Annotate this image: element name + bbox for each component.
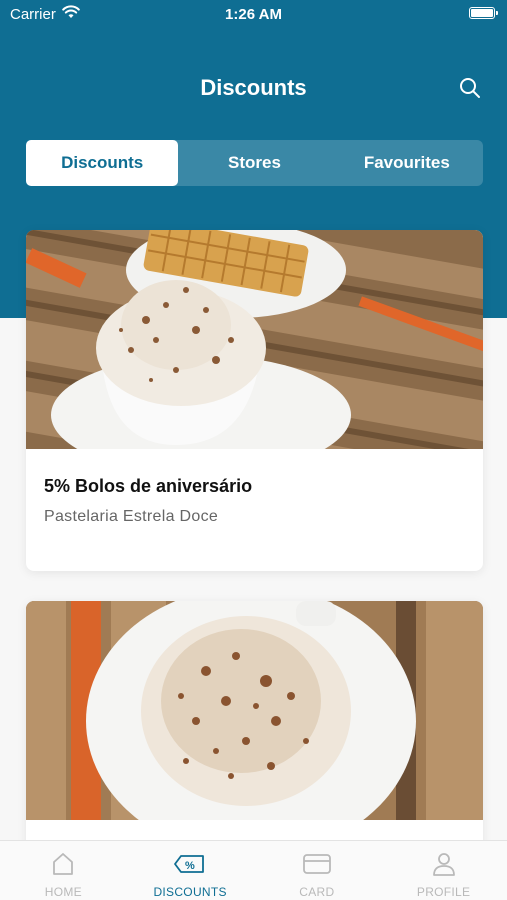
tab-home-label: HOME [44, 885, 82, 899]
segmented-control: Discounts Stores Favourites [26, 140, 483, 186]
search-icon[interactable] [459, 77, 481, 99]
tab-profile[interactable]: PROFILE [380, 841, 507, 900]
card-store-name: Pastelaria Estrela Doce [44, 508, 219, 525]
tab-home[interactable]: HOME [0, 841, 127, 900]
discount-card[interactable]: 5% Bolos de aniversário Pastelaria Estre… [26, 230, 483, 571]
tab-card-label: CARD [299, 885, 335, 899]
waffle-and-coffee-photo [26, 230, 483, 449]
card-title: 5% Bolos de aniversário [44, 476, 253, 496]
discount-card[interactable] [26, 601, 483, 861]
card-icon [302, 854, 331, 874]
status-time: 1:26 AM [225, 6, 282, 23]
tab-card[interactable]: CARD [254, 841, 381, 900]
segment-favourites[interactable]: Favourites [331, 140, 483, 186]
tab-profile-label: PROFILE [416, 885, 471, 899]
status-bar: Carrier 1:26 AM [0, 0, 507, 28]
tab-discounts[interactable]: % DISCOUNTS [127, 841, 254, 900]
segment-stores[interactable]: Stores [178, 140, 330, 186]
tab-discounts-label: DISCOUNTS [153, 885, 227, 899]
discount-tag-icon: % [174, 855, 205, 873]
profile-icon [432, 853, 455, 876]
page-title: Discounts [200, 75, 307, 100]
coffee-cream-photo [26, 601, 483, 820]
home-icon [53, 853, 74, 875]
segment-discounts[interactable]: Discounts [26, 140, 179, 186]
tab-bar: HOME % DISCOUNTS CARD PROFILE [0, 840, 507, 900]
battery-icon [469, 7, 498, 19]
svg-text:%: % [185, 860, 195, 872]
